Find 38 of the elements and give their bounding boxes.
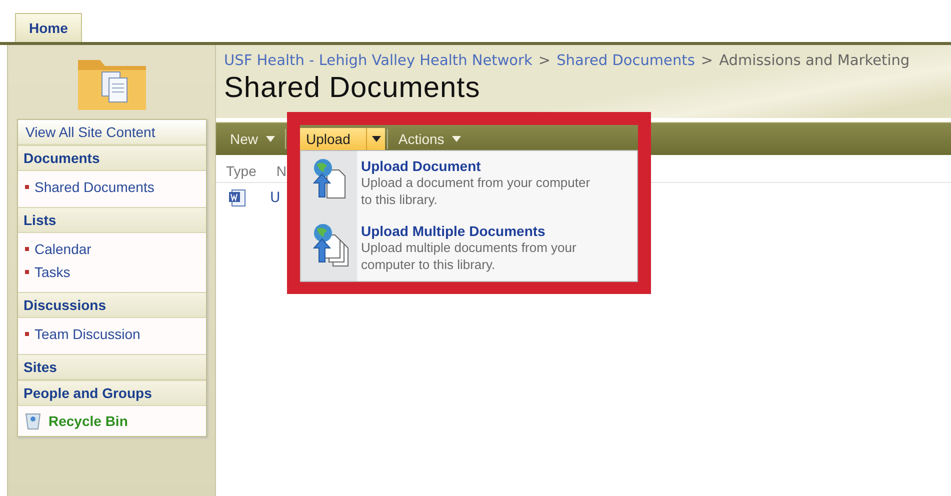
bullet-icon xyxy=(24,270,28,274)
breadcrumb-separator: > xyxy=(538,53,551,69)
caret-icon xyxy=(266,136,276,142)
menu-item[interactable]: Upload Document Upload a document from your computer to this library. xyxy=(301,151,637,216)
breadcrumb-separator: > xyxy=(700,53,714,69)
nav-link[interactable]: Calendar xyxy=(34,241,92,257)
toolbar-menu[interactable]: New xyxy=(222,128,284,150)
breadcrumb-link[interactable]: USF Health - Lehigh Valley Health Network xyxy=(224,53,532,69)
nav-heading[interactable]: Lists xyxy=(18,207,206,233)
recycle-bin-link[interactable]: Recycle Bin xyxy=(48,413,128,429)
nav-heading[interactable]: Discussions xyxy=(18,292,206,318)
column-header: N xyxy=(276,163,286,181)
breadcrumb-current: Admissions and Marketing xyxy=(719,53,910,69)
bullet-icon xyxy=(24,247,28,251)
menu-item-title: Upload Multiple Documents xyxy=(361,223,546,239)
nav-link[interactable]: Shared Documents xyxy=(34,179,154,195)
menu-item-title: Upload Document xyxy=(361,158,482,174)
document-link[interactable]: U xyxy=(270,190,280,206)
caret-icon xyxy=(372,136,381,142)
home-tab[interactable]: Home xyxy=(15,13,82,42)
nav-heading[interactable]: Sites xyxy=(18,354,206,380)
caret-icon xyxy=(452,136,462,142)
breadcrumb-link[interactable]: Shared Documents xyxy=(556,53,695,69)
page-title: Shared Documents xyxy=(224,72,482,105)
view-all-link[interactable]: View All Site Content xyxy=(18,120,206,145)
menu-item-description: Upload multiple documents from your computer to this library. xyxy=(361,239,578,273)
nav-link[interactable]: Tasks xyxy=(34,264,70,280)
trash-icon xyxy=(24,412,40,430)
document-icon xyxy=(228,189,246,207)
menu-item[interactable]: Upload Multiple Documents Upload multiple documents from your computer to this library. xyxy=(301,216,637,281)
bullet-icon xyxy=(24,185,28,189)
column-header: Type xyxy=(226,163,256,181)
nav-heading[interactable]: Documents xyxy=(18,145,206,171)
menu-item-description: Upload a document from your computer to this library. xyxy=(361,174,592,208)
nav-link[interactable]: Team Discussion xyxy=(34,326,140,342)
toolbar-menu[interactable]: Actions xyxy=(390,128,470,150)
bullet-icon xyxy=(24,332,28,336)
nav-heading[interactable]: People and Groups xyxy=(18,380,206,406)
